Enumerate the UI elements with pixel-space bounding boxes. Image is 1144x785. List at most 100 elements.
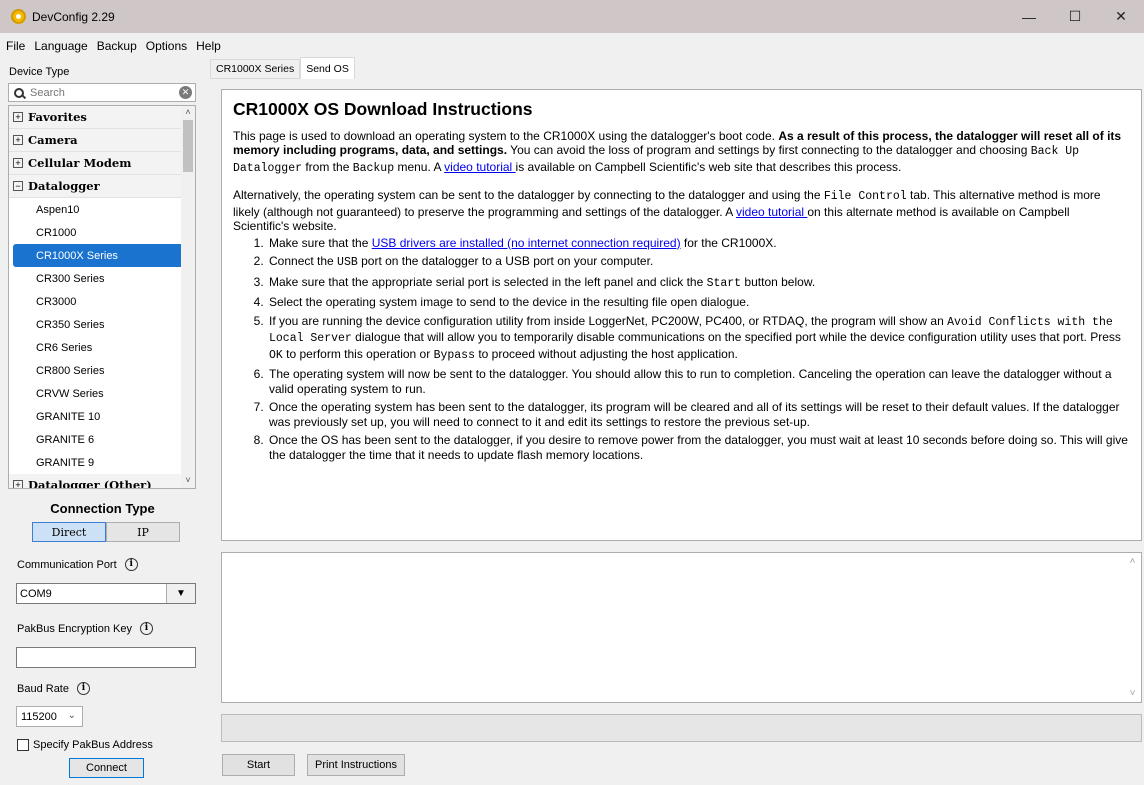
pakbus-key-label: PakBus Encryption Key i	[17, 622, 153, 635]
specify-pakbus-checkbox[interactable]	[17, 739, 29, 751]
comm-port-label: Communication Port i	[17, 558, 138, 571]
text: Alternatively, the operating system can …	[233, 188, 824, 202]
expand-icon[interactable]: +	[13, 158, 23, 168]
tree-group[interactable]: + Datalogger (Other)	[9, 474, 195, 488]
baud-rate-select[interactable]: 115200 ⌄	[16, 706, 83, 727]
expand-icon[interactable]: +	[13, 480, 23, 488]
scroll-up-icon[interactable]: ˄	[181, 107, 195, 119]
minimize-button[interactable]: —	[1006, 0, 1052, 33]
baud-rate-value: 115200	[21, 710, 57, 723]
menu-language[interactable]: Language	[34, 39, 87, 53]
text: from the	[302, 159, 353, 174]
pakbus-key-label-text: PakBus Encryption Key	[17, 622, 132, 635]
tree-item[interactable]: CR300 Series	[9, 267, 195, 290]
tree-item[interactable]: CRVW Series	[9, 382, 195, 405]
menu-file[interactable]: File	[6, 39, 25, 53]
specify-pakbus-row: Specify PakBus Address	[17, 739, 153, 751]
tree-item-label: Cellular Modem	[28, 156, 132, 170]
tree-item-label: CR3000	[36, 295, 77, 308]
info-icon[interactable]: i	[124, 558, 138, 571]
maximize-button[interactable]: ☐	[1052, 0, 1098, 33]
info-icon[interactable]: i	[139, 622, 153, 635]
text: Make sure that the	[269, 235, 372, 250]
title-bar: DevConfig 2.29 — ☐ ✕	[0, 0, 1144, 33]
search-input[interactable]	[30, 86, 170, 99]
video-tutorial-link[interactable]: video tutorial	[736, 205, 807, 219]
code-text: Backup	[352, 161, 395, 175]
code-text: File Control	[823, 190, 907, 203]
log-output[interactable]: ˄ ˅	[221, 552, 1142, 703]
device-tree: + Favorites + Camera + Cellular Modem − Datalog…	[8, 105, 196, 489]
step-3: Make sure that the appropriate serial po…	[267, 275, 1129, 292]
menu-options[interactable]: Options	[146, 39, 187, 53]
collapse-icon[interactable]: −	[13, 181, 23, 191]
step-8: Once the OS has been sent to the datalog…	[267, 433, 1129, 462]
info-icon[interactable]: i	[76, 682, 90, 695]
tree-item-label: GRANITE 9	[36, 456, 95, 469]
text: This page is used to download an operati…	[233, 128, 779, 143]
tab-send-os[interactable]: Send OS	[300, 57, 355, 79]
usb-drivers-link[interactable]: USB drivers are installed (no internet c…	[372, 236, 681, 250]
tree-item[interactable]: CR1000	[9, 221, 195, 244]
tree-item-label: CRVW Series	[36, 387, 104, 400]
comm-port-select[interactable]: COM9 ▼	[16, 583, 196, 604]
instructions-para-2: Alternatively, the operating system can …	[233, 188, 1129, 234]
tree-item-selected[interactable]: CR1000X Series	[13, 244, 185, 267]
scroll-up-icon[interactable]: ˄	[1124, 556, 1141, 567]
clear-search-icon[interactable]: ✕	[179, 86, 192, 99]
chevron-down-icon: ⌄	[67, 710, 76, 721]
start-button[interactable]: Start	[222, 754, 295, 776]
tree-item[interactable]: GRANITE 10	[9, 405, 195, 428]
text: If you are running the device configurat…	[269, 313, 948, 328]
tree-item[interactable]: CR6 Series	[9, 336, 195, 359]
tree-item[interactable]: CR800 Series	[9, 359, 195, 382]
step-6: The operating system will now be sent to…	[267, 367, 1129, 396]
instruction-steps: Make sure that the USB drivers are insta…	[267, 236, 1129, 463]
text: Make sure that the appropriate serial po…	[269, 274, 707, 289]
step-5: If you are running the device configurat…	[267, 314, 1129, 364]
tree-group[interactable]: + Favorites	[9, 106, 195, 129]
expand-icon[interactable]: +	[13, 135, 23, 145]
video-tutorial-link[interactable]: video tutorial	[444, 160, 515, 174]
tree-item[interactable]: Aspen10	[9, 198, 195, 221]
log-scrollbar[interactable]: ˄ ˅	[1124, 553, 1141, 702]
tree-item[interactable]: CR350 Series	[9, 313, 195, 336]
tree-group[interactable]: − Datalogger	[9, 175, 195, 198]
tree-item[interactable]: GRANITE 6	[9, 428, 195, 451]
menu-backup[interactable]: Backup	[97, 39, 137, 53]
tree-group[interactable]: + Cellular Modem	[9, 152, 195, 175]
scroll-thumb[interactable]	[183, 120, 193, 172]
tree-item-label: Camera	[28, 133, 78, 147]
tree-item-label: CR1000	[36, 226, 77, 239]
search-icon	[14, 87, 24, 98]
instructions-title: CR1000X OS Download Instructions	[233, 99, 533, 119]
close-button[interactable]: ✕	[1098, 0, 1144, 33]
tree-item-label: CR6 Series	[36, 341, 93, 354]
scroll-down-icon[interactable]: ˅	[181, 475, 195, 487]
tree-item-label: Datalogger	[28, 179, 100, 193]
connect-button[interactable]: Connect	[69, 758, 144, 778]
pakbus-key-field[interactable]	[16, 647, 196, 668]
tab-strip: CR1000X Series Send OS	[210, 57, 355, 79]
tree-group[interactable]: + Camera	[9, 129, 195, 152]
tab-cr1000x-series[interactable]: CR1000X Series	[210, 59, 301, 79]
comm-port-label-text: Communication Port	[17, 558, 117, 571]
print-instructions-button[interactable]: Print Instructions	[307, 754, 405, 776]
dropdown-arrow-icon[interactable]: ▼	[166, 584, 195, 603]
expand-icon[interactable]: +	[13, 112, 23, 122]
tree-item[interactable]: GRANITE 9	[9, 451, 195, 474]
text: Connect the	[269, 254, 338, 268]
tree-item[interactable]: CR3000	[9, 290, 195, 313]
baud-rate-label-text: Baud Rate	[17, 682, 69, 695]
device-tree-rows: + Favorites + Camera + Cellular Modem − Datalog…	[9, 106, 195, 488]
scroll-down-icon[interactable]: ˅	[1124, 688, 1141, 699]
text: is available on Campbell Scientific's we…	[515, 159, 902, 174]
code-text: OK	[269, 348, 283, 362]
tree-item-label: CR350 Series	[36, 318, 105, 331]
tree-scrollbar[interactable]: ˄ ˅	[181, 106, 195, 488]
ip-button[interactable]: IP	[106, 522, 180, 542]
direct-button[interactable]: Direct	[32, 522, 106, 542]
step-1: Make sure that the USB drivers are insta…	[267, 236, 1129, 251]
app-icon	[11, 9, 26, 24]
menu-help[interactable]: Help	[196, 39, 221, 53]
